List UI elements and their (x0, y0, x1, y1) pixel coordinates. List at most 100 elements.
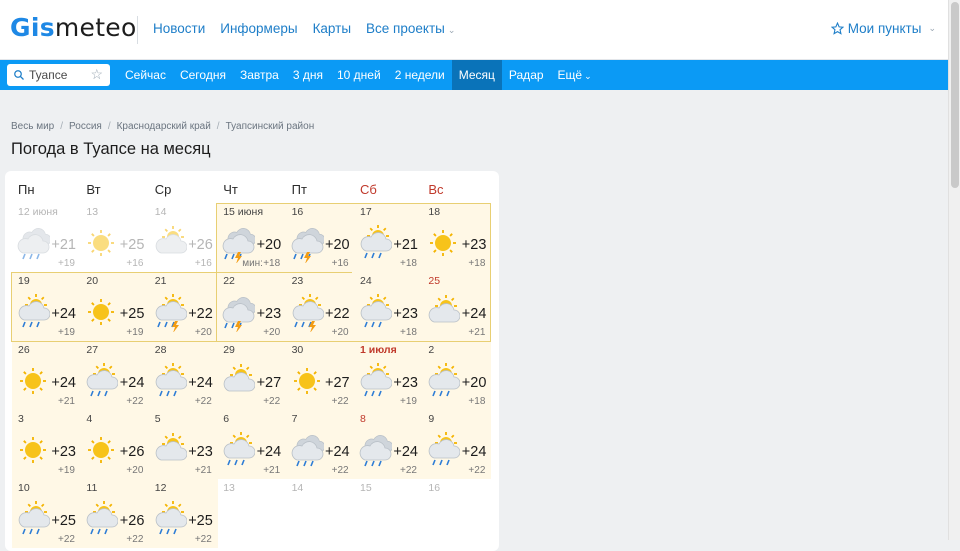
tab-3-days[interactable]: 3 дня (286, 60, 330, 90)
day-number: 5 (154, 413, 161, 425)
day-cell[interactable]: 16 +20 +16 (285, 203, 355, 272)
day-cell[interactable]: 24 +23 +18 (354, 272, 423, 341)
day-cell[interactable]: 1 июля +23 +19 (354, 341, 423, 410)
day-cell[interactable]: 11 +26 +22 (80, 479, 150, 548)
max-temperature: +24 (393, 444, 418, 460)
tab-radar[interactable]: Радар (502, 60, 551, 90)
day-cell[interactable]: 27 +24 +22 (80, 341, 150, 410)
day-number: 19 (18, 275, 30, 287)
day-cell[interactable]: 30 +27 +22 (285, 341, 355, 410)
day-cell[interactable]: 8 +24 +22 (354, 410, 423, 479)
day-number: 11 (86, 482, 98, 494)
day-number: 4 (86, 413, 93, 425)
min-temperature: +16 (194, 258, 212, 269)
min-temperature: +18 (400, 258, 417, 269)
sun-cloud-rain-icon (16, 292, 51, 332)
nav-all-projects[interactable]: Все проекты ⌄ (366, 21, 455, 36)
day-number: 13 (86, 206, 99, 218)
tab-today[interactable]: Сегодня (173, 60, 233, 90)
min-temperature: +19 (58, 327, 75, 338)
weekday-header: Пн (18, 182, 35, 197)
tab-month[interactable]: Месяц (451, 60, 502, 90)
weekday-header: Ср (154, 182, 172, 197)
day-cell[interactable]: 28 +24 +22 (148, 341, 218, 410)
day-number: 2 (428, 344, 435, 356)
min-temperature: +22 (263, 396, 281, 407)
max-temperature: +22 (324, 306, 350, 322)
sun-icon (84, 430, 118, 470)
breadcrumb-russia[interactable]: Россия (69, 121, 102, 132)
page-scrollbar[interactable] (948, 0, 960, 540)
cloud-storm-icon (221, 292, 257, 333)
sun-icon (84, 292, 118, 332)
search-icon (14, 70, 24, 80)
day-number: 7 (291, 413, 298, 425)
my-points-button[interactable]: Мои пункты ⌄ (830, 21, 936, 36)
day-cell[interactable]: 6 +24 +21 (217, 410, 287, 479)
min-temperature: +22 (400, 465, 417, 476)
day-cell[interactable]: 12 июня +21 +19 (12, 203, 81, 272)
weekday-header: Пт (291, 182, 307, 197)
day-number: 16 (291, 206, 304, 218)
day-cell[interactable]: 3 +23 +19 (12, 410, 81, 479)
cloud-rain-icon (16, 223, 52, 263)
weekday-header: Сб (360, 182, 377, 197)
day-cell[interactable]: 21 +22 +20 (148, 272, 218, 341)
day-cell[interactable]: 17 +21 +18 (354, 203, 423, 272)
logo[interactable]: Gismeteo (10, 13, 137, 42)
breadcrumb-district[interactable]: Туапсинский район (226, 121, 315, 132)
min-temperature: +22 (331, 396, 349, 407)
tab-2-weeks[interactable]: 2 недели (388, 60, 452, 90)
min-temperature: +18 (400, 327, 417, 338)
nav-informers[interactable]: Информеры (220, 21, 297, 36)
tab-more[interactable]: Ещё ⌄ (551, 60, 599, 90)
day-number: 22 (223, 275, 235, 287)
tab-now[interactable]: Сейчас (118, 60, 173, 90)
day-cell[interactable]: 5 +23 +21 (148, 410, 218, 479)
min-temperature: +19 (58, 465, 75, 476)
day-cell[interactable]: 26 +24 +21 (12, 341, 81, 410)
max-temperature: +24 (256, 444, 282, 460)
tab-10-days[interactable]: 10 дней (330, 60, 388, 90)
day-cell[interactable]: 23 +22 +20 (285, 272, 355, 341)
day-cell[interactable]: 9 +24 +22 (422, 410, 492, 479)
nav-maps[interactable]: Карты (313, 21, 351, 36)
day-cell[interactable]: 15 июня +20 мин: +18 (217, 203, 287, 272)
max-temperature: +22 (188, 306, 213, 322)
day-cell[interactable]: 14 +26 +16 (149, 203, 218, 272)
nav-news[interactable]: Новости (153, 21, 205, 36)
site-header: Gismeteo Новости Информеры Карты Все про… (0, 0, 948, 60)
min-temperature: +21 (263, 465, 281, 476)
sun-cloud-rain-icon (153, 499, 188, 539)
day-cell[interactable]: 25 +24 +21 (422, 272, 492, 341)
tab-tomorrow[interactable]: Завтра (233, 60, 286, 90)
favorite-star-icon[interactable]: ☆ (90, 66, 103, 83)
search-input[interactable]: Туапсе ☆ (7, 64, 110, 86)
day-number: 29 (223, 344, 235, 356)
day-cell[interactable]: 10 +25 +22 (12, 479, 81, 548)
search-value: Туапсе (29, 68, 68, 82)
day-cell[interactable]: 13 +25 +16 (80, 203, 149, 272)
min-temperature: +21 (194, 465, 212, 476)
day-cell[interactable]: 7 +24 +22 (285, 410, 355, 479)
max-temperature: +23 (51, 444, 76, 460)
day-cell: 16 (422, 479, 491, 548)
day-cell[interactable]: 12 +25 +22 (148, 479, 218, 548)
scrollbar-thumb[interactable] (951, 2, 959, 188)
day-number: 10 (18, 482, 30, 494)
day-cell[interactable]: 29 +27 +22 (217, 341, 287, 410)
day-cell[interactable]: 20 +25 +19 (80, 272, 150, 341)
breadcrumb-region[interactable]: Краснодарский край (117, 121, 211, 132)
day-cell[interactable]: 19 +24 +19 (12, 272, 81, 341)
max-temperature: +24 (461, 444, 487, 460)
max-temperature: +25 (51, 513, 76, 529)
sun-icon (16, 361, 50, 401)
day-cell[interactable]: 22 +23 +20 (217, 272, 287, 341)
min-temperature: +20 (126, 465, 144, 476)
breadcrumb-world[interactable]: Весь мир (11, 121, 54, 132)
sun-cloud-storm-icon (290, 292, 324, 333)
day-cell[interactable]: 2 +20 +18 (422, 341, 492, 410)
day-cell[interactable]: 4 +26 +20 (80, 410, 150, 479)
weekday-header: Вс (428, 182, 444, 197)
day-cell[interactable]: 18 +23 +18 (422, 203, 492, 272)
